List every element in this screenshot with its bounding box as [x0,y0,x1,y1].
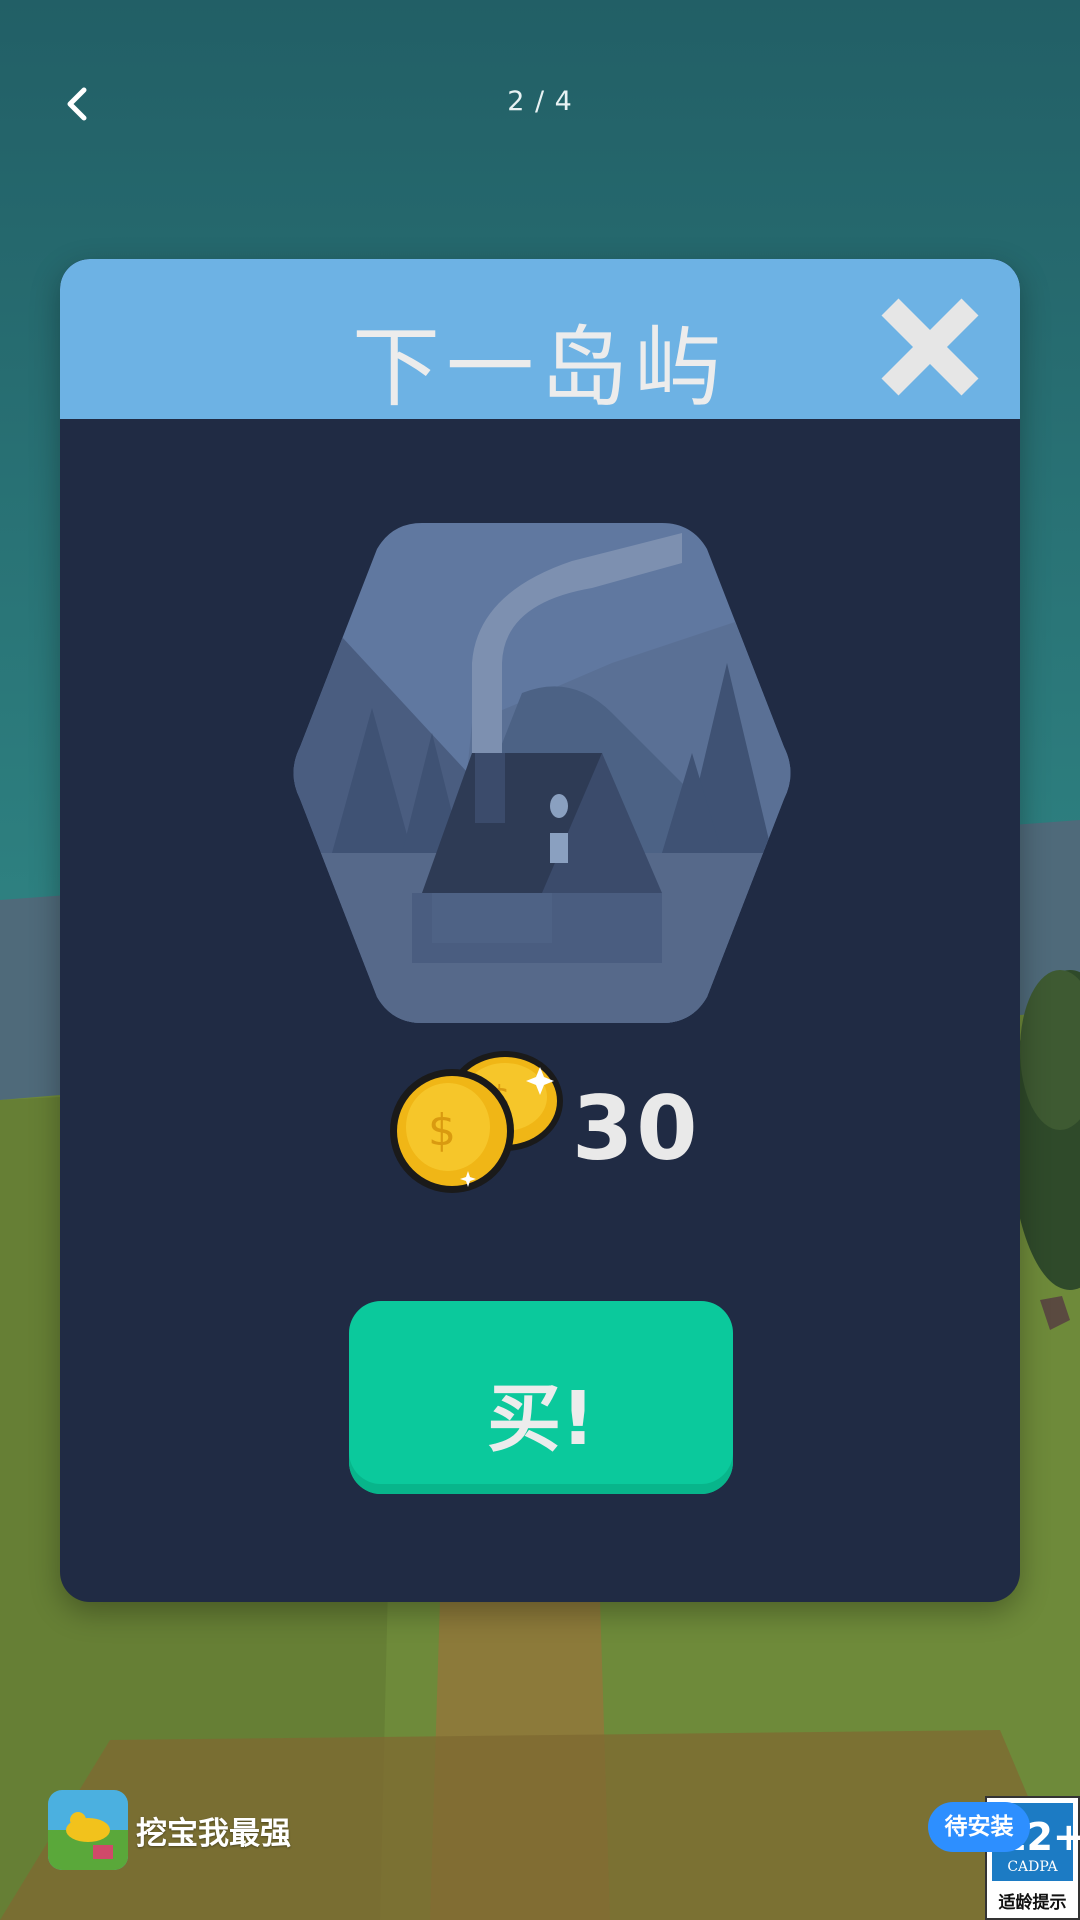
gold-coins-icon: $ $ [390,1051,563,1193]
age-rating-org: CADPA [1007,1859,1058,1875]
ad-banner: 挖宝我最强 12+ CADPA 适龄提示 待安装 [0,1780,1080,1920]
close-icon [881,298,979,396]
app-icon[interactable] [48,1790,128,1870]
svg-text:$: $ [428,1105,456,1156]
app-logo-icon [48,1790,128,1870]
buy-button-label: 买! [487,1376,595,1462]
close-button[interactable] [874,291,986,403]
dialog-header: 下一岛屿 [60,259,1020,419]
top-bar: 2 / 4 [0,0,1080,210]
next-island-dialog: 下一岛屿 $ 30 买! [60,259,1020,1602]
island-preview-image [293,523,791,1023]
page-indicator: 2 / 4 [507,86,573,117]
app-name[interactable]: 挖宝我最强 [136,1808,291,1853]
install-button[interactable]: 待安装 [928,1802,1030,1852]
price-row: $ $ 30 [390,1039,790,1199]
price-value: 30 [572,1077,701,1180]
age-rating-caption: 适龄提示 [998,1893,1067,1913]
buy-button[interactable]: 买! [349,1301,733,1494]
